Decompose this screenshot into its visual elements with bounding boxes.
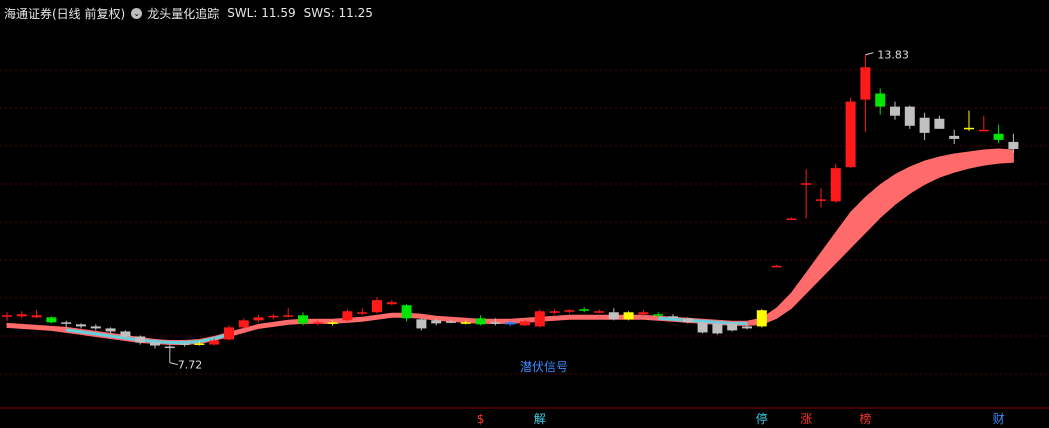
candle-body [31, 315, 42, 318]
candle-body [224, 327, 234, 340]
bottom-marker-label: $ [477, 412, 485, 426]
candle-body [623, 312, 634, 320]
candle-body [16, 314, 27, 317]
candle-body [253, 317, 264, 321]
candle-body [860, 67, 871, 100]
chevron-down-icon[interactable]: ⌄ [131, 7, 143, 19]
signal-label: 潜伏信号 [520, 360, 568, 374]
candle-body [964, 127, 974, 130]
bottom-marker-label: 解 [534, 412, 546, 426]
candle-body [357, 312, 368, 314]
candle-body [668, 316, 678, 318]
high-label: 13.83 [877, 49, 909, 62]
candle-body [756, 310, 767, 327]
candle-body [327, 322, 338, 324]
candle-body [742, 326, 752, 329]
candle-body [90, 326, 101, 329]
low-label: 7.72 [178, 359, 203, 372]
candle-body [653, 314, 664, 316]
candle-body [179, 343, 190, 346]
candle-body [372, 300, 382, 313]
indicator-name[interactable]: 龙头量化追踪 [147, 5, 219, 22]
candle-body [76, 324, 86, 327]
candle-body [2, 315, 12, 317]
candle-body [209, 340, 220, 345]
candle-body [46, 317, 57, 323]
candle-body [993, 133, 1004, 140]
candle-body [579, 309, 590, 311]
candle-body [268, 315, 279, 318]
candle-body [283, 315, 294, 317]
candle-body [61, 322, 72, 324]
candlestick-chart[interactable]: 13.83 7.72 潜伏信号 $ 解 停 涨 榜 财 [0, 0, 1049, 428]
candle-body [949, 135, 960, 139]
candle-body [505, 322, 516, 325]
candle-body [816, 199, 826, 201]
candle-body [594, 311, 604, 313]
candle-body [298, 315, 308, 324]
candle-body [312, 322, 323, 324]
candle-body [682, 318, 693, 323]
candle-body [875, 93, 886, 107]
candle-body [934, 118, 945, 129]
candle-body [386, 302, 397, 305]
security-title: 海通证券(日线 前复权) [4, 6, 126, 21]
candle-body [712, 323, 723, 334]
candle-body [608, 312, 619, 320]
candle-body [786, 218, 797, 221]
sws-value: SWS: 11.25 [303, 6, 373, 20]
candle-body [490, 322, 501, 324]
candle-body [238, 320, 249, 328]
candle-body [564, 310, 575, 312]
candle-body [727, 323, 738, 331]
candle-body [697, 322, 708, 333]
candle-body [105, 328, 116, 332]
candle-body [150, 342, 160, 346]
candle-body [520, 321, 530, 326]
bottom-marker-label: 财 [993, 412, 1005, 426]
candle-body [830, 168, 841, 202]
candle-body [845, 101, 856, 168]
candle-body [919, 117, 930, 133]
candle-body [801, 183, 812, 185]
candle-body [164, 346, 175, 349]
candle-body [416, 319, 427, 329]
candle-body [904, 106, 915, 126]
candle-body [194, 343, 205, 346]
candle-body [120, 331, 131, 337]
candle-body [342, 311, 353, 321]
candle-body [401, 305, 412, 319]
bottom-marker-label: 停 [756, 411, 768, 426]
candle-body [890, 106, 900, 116]
candle-body [431, 320, 442, 324]
candle-body [549, 311, 560, 313]
candle-body [460, 322, 471, 324]
bottom-marker-label: 涨 [800, 411, 812, 426]
candle-body [135, 336, 146, 343]
swl-value: SWL: 11.59 [227, 6, 296, 20]
bottom-marker-label: 榜 [859, 411, 871, 426]
candle-body [446, 321, 456, 323]
candle-body [978, 129, 989, 132]
candle-body [475, 318, 486, 325]
candle-body [771, 265, 782, 268]
candle-body [638, 312, 649, 315]
chart-header: 海通证券(日线 前复权) ⌄ 龙头量化追踪 SWL: 11.59 SWS: 11… [0, 0, 381, 26]
candle-body [1008, 141, 1019, 149]
candle-body [534, 311, 545, 327]
